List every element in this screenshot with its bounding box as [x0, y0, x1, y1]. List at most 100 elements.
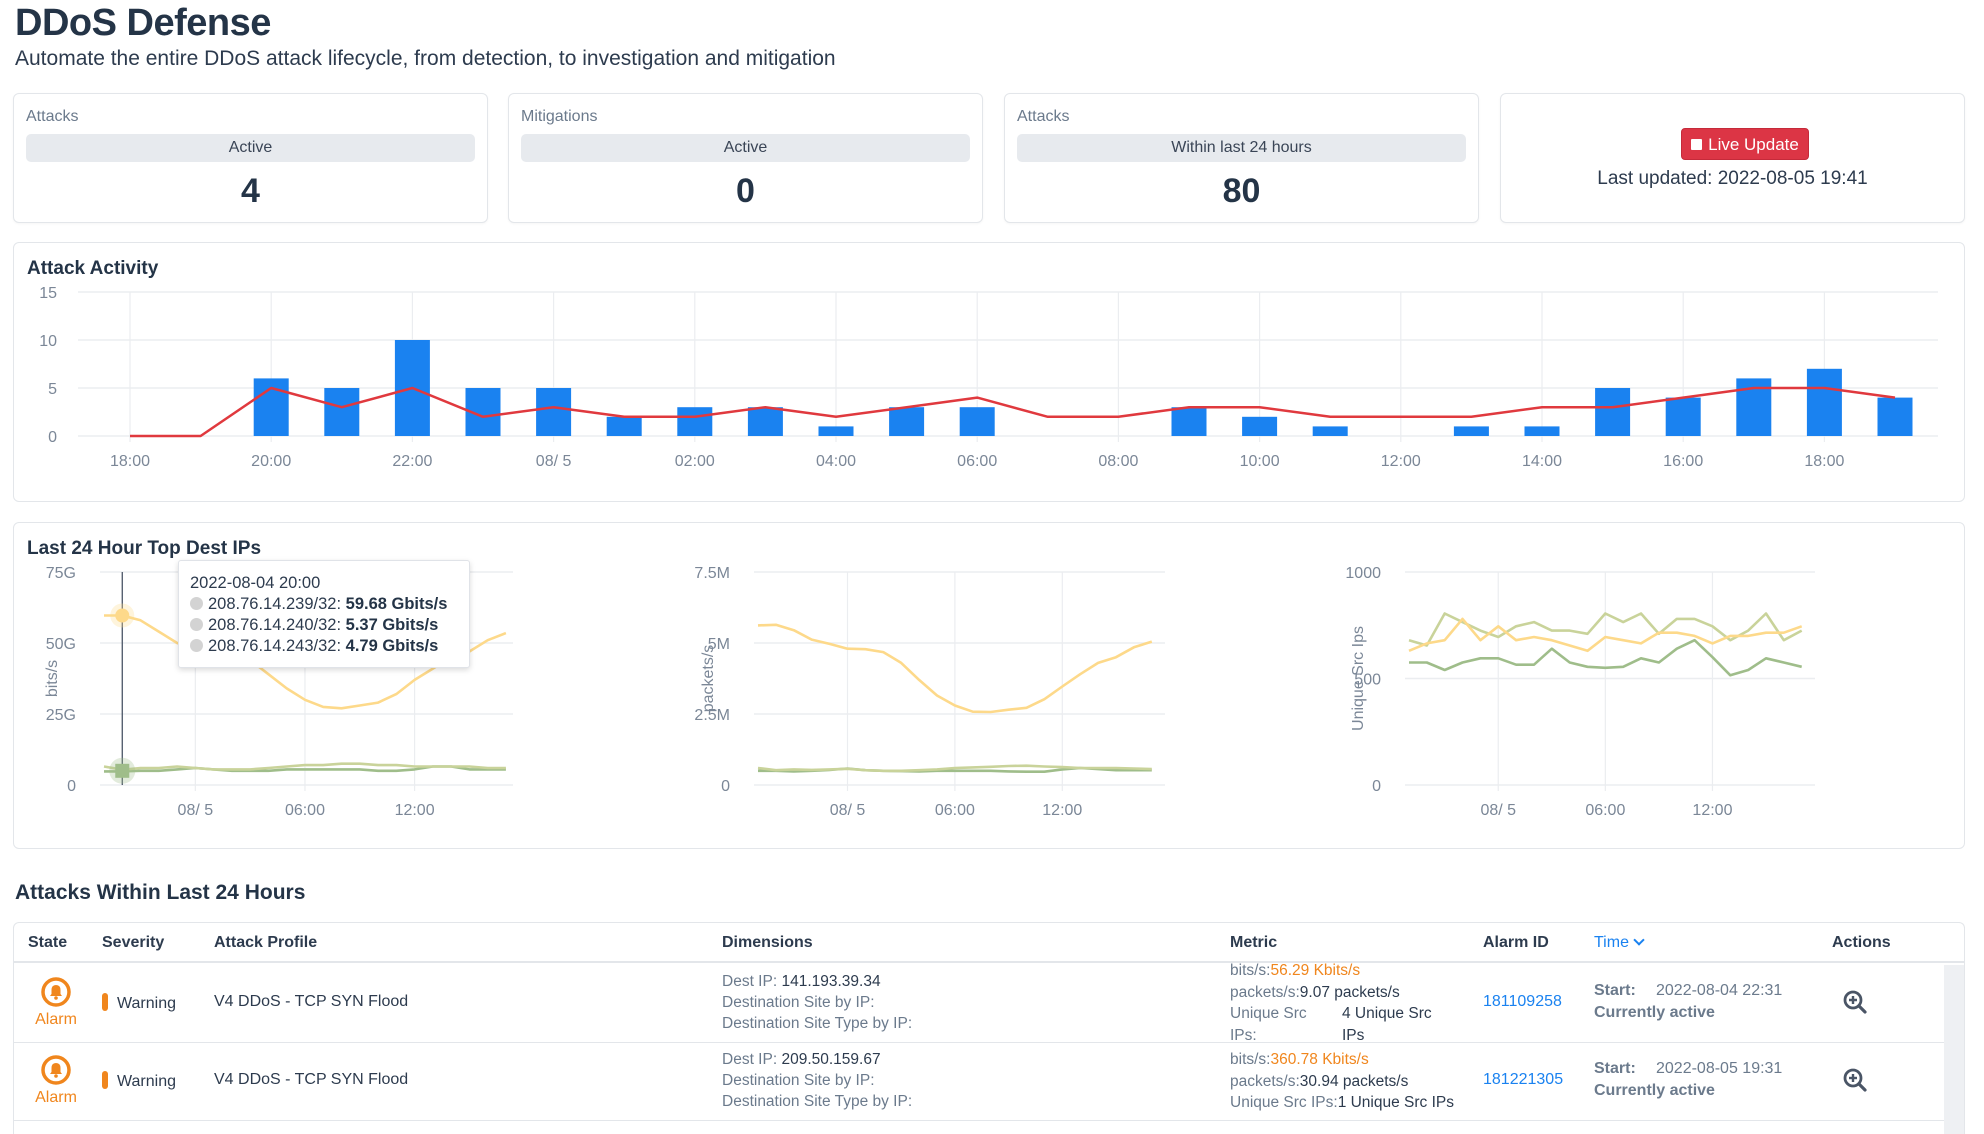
col-severity[interactable]: Severity	[102, 934, 164, 952]
activity-bar	[1242, 416, 1278, 436]
table-header: State Severity Attack Profile Dimensions…	[14, 923, 1964, 963]
src-value: 4 Unique Src	[1342, 1005, 1432, 1022]
severity-indicator	[102, 993, 108, 1011]
tooltip-row: 208.76.14.240/32: 5.37 Gbits/s	[190, 615, 469, 636]
activity-bar	[536, 388, 572, 436]
activity-bar	[606, 416, 642, 436]
x-tick-label: 10:00	[1240, 453, 1280, 470]
stop-icon	[1691, 139, 1703, 150]
zoom-in-button[interactable]	[1842, 1067, 1868, 1098]
metric-cell: bits/s:360.78 Kbits/s packets/s:30.94 pa…	[1230, 1049, 1454, 1114]
activity-bar	[1171, 407, 1207, 436]
y-tick-label: 0	[721, 778, 730, 795]
activity-bar	[1806, 368, 1842, 436]
series-dot-icon	[190, 597, 203, 610]
activity-bar	[959, 407, 995, 436]
x-tick-label: 20:00	[251, 453, 291, 470]
time-cell: Start: 2022-08-05 19:31 Currently active	[1594, 1058, 1782, 1102]
col-alarm-id[interactable]: Alarm ID	[1483, 934, 1549, 952]
activity-bar	[324, 388, 360, 436]
y-tick-label: 1000	[1345, 565, 1381, 582]
col-attack-profile[interactable]: Attack Profile	[214, 934, 317, 952]
attacks-table-title: Attacks Within Last 24 Hours	[15, 881, 306, 904]
tooltip-row: 208.76.14.243/32: 4.79 Gbits/s	[190, 636, 469, 657]
activity-bar	[747, 407, 783, 436]
dest-ip: 209.50.159.67	[781, 1051, 881, 1068]
table-scrollbar[interactable]	[1944, 965, 1964, 1134]
trend-line	[130, 386, 1896, 438]
activity-bar	[1665, 397, 1701, 436]
activity-bar	[1453, 426, 1489, 436]
alarm-bell-icon	[41, 1055, 71, 1085]
alarm-id-link[interactable]: 181109258	[1483, 993, 1562, 1011]
col-dimensions[interactable]: Dimensions	[722, 934, 813, 952]
activity-bar	[1877, 397, 1913, 436]
tooltip-label: 208.76.14.243/32:	[208, 637, 342, 655]
table-row[interactable]: Alarm Warning V4 DDoS - TCP SYN Flood De…	[14, 962, 1946, 1044]
packets-value: 30.94 packets/s	[1299, 1072, 1409, 1090]
x-tick-label: 14:00	[1522, 453, 1562, 470]
site-type-label: Destination Site Type by IP:	[722, 1093, 913, 1110]
status-text: Currently active	[1594, 1004, 1715, 1021]
col-time-label: Time	[1594, 934, 1629, 951]
attack-profile: V4 DDoS - TCP SYN Flood	[214, 993, 409, 1010]
card-value: 80	[1222, 172, 1261, 210]
x-tick-label: 18:00	[1804, 453, 1844, 470]
col-metric[interactable]: Metric	[1230, 934, 1277, 952]
alarm-id-link[interactable]: 181221305	[1483, 1071, 1563, 1089]
severity-cell: Warning	[102, 993, 176, 1013]
card-pill: Active	[26, 134, 475, 162]
tooltip-value: 59.68 Gbits/s	[345, 595, 448, 613]
x-tick-label: 06:00	[1585, 802, 1625, 819]
y-tick-label: 15	[39, 285, 57, 302]
x-tick-label: 12:00	[1692, 802, 1732, 819]
card-pill: Within last 24 hours	[1017, 134, 1466, 162]
x-tick-label: 02:00	[675, 453, 715, 470]
dest-ip-label: Dest IP:	[722, 973, 778, 990]
time-cell: Start: 2022-08-04 22:31 Currently active	[1594, 980, 1782, 1024]
zoom-in-button[interactable]	[1842, 989, 1868, 1020]
activity-bar	[677, 407, 713, 436]
tooltip-label: 208.76.14.239/32:	[208, 595, 342, 613]
page-title: DDoS Defense	[15, 2, 271, 44]
y-tick-label: 10	[39, 333, 57, 350]
card-value: 4	[241, 172, 260, 210]
activity-bar	[818, 426, 854, 436]
tooltip-value: 5.37 Gbits/s	[345, 616, 439, 634]
x-tick-label: 08/ 5	[178, 802, 214, 819]
card-active-mitigations: Mitigations Active 0	[508, 93, 983, 223]
chart-tooltip: 2022-08-04 20:00 208.76.14.239/32: 59.68…	[178, 560, 470, 668]
col-actions: Actions	[1832, 934, 1891, 951]
site-type-label: Destination Site Type by IP:	[722, 1015, 913, 1032]
src-label: Unique Src IPs:	[1230, 1094, 1338, 1111]
col-time-sort[interactable]: Time	[1594, 934, 1645, 952]
dimensions-cell: Dest IP: 141.193.39.34 Destination Site …	[722, 971, 912, 1034]
live-update-button[interactable]: Live Update	[1681, 128, 1809, 160]
attack-profile: V4 DDoS - TCP SYN Flood	[214, 1071, 409, 1088]
x-tick-label: 08/ 5	[830, 802, 866, 819]
state-cell: Alarm	[21, 1055, 91, 1107]
activity-bar	[1524, 426, 1560, 436]
dest-ip: 141.193.39.34	[781, 973, 881, 990]
bits-value: 56.29 Kbits/s	[1270, 962, 1361, 979]
x-tick-label: 18:00	[110, 453, 150, 470]
y-tick-label: 0	[67, 778, 76, 795]
card-value: 0	[736, 172, 755, 210]
packets-label: packets/s:	[1230, 983, 1300, 1001]
series-dot-icon	[190, 639, 203, 652]
start-time: 2022-08-04 22:31	[1656, 982, 1783, 999]
activity-bar	[1595, 388, 1631, 436]
card-label: Attacks	[1017, 108, 1070, 125]
src-label: Unique Src	[1230, 1005, 1307, 1022]
y-tick-label: 25G	[46, 707, 76, 724]
attacks-table: State Severity Attack Profile Dimensions…	[13, 922, 1965, 1134]
site-label: Destination Site by IP:	[722, 1072, 875, 1089]
col-state[interactable]: State	[28, 934, 67, 952]
dest-ip-label: Dest IP:	[722, 1051, 778, 1068]
y-tick-label: 0	[1372, 778, 1381, 795]
x-tick-label: 16:00	[1663, 453, 1703, 470]
severity-indicator	[102, 1071, 108, 1089]
state-cell: Alarm	[21, 977, 91, 1029]
y-axis-label: bits/s	[44, 660, 61, 697]
table-row[interactable]: Alarm Warning V4 DDoS - TCP SYN Flood De…	[14, 1043, 1946, 1121]
